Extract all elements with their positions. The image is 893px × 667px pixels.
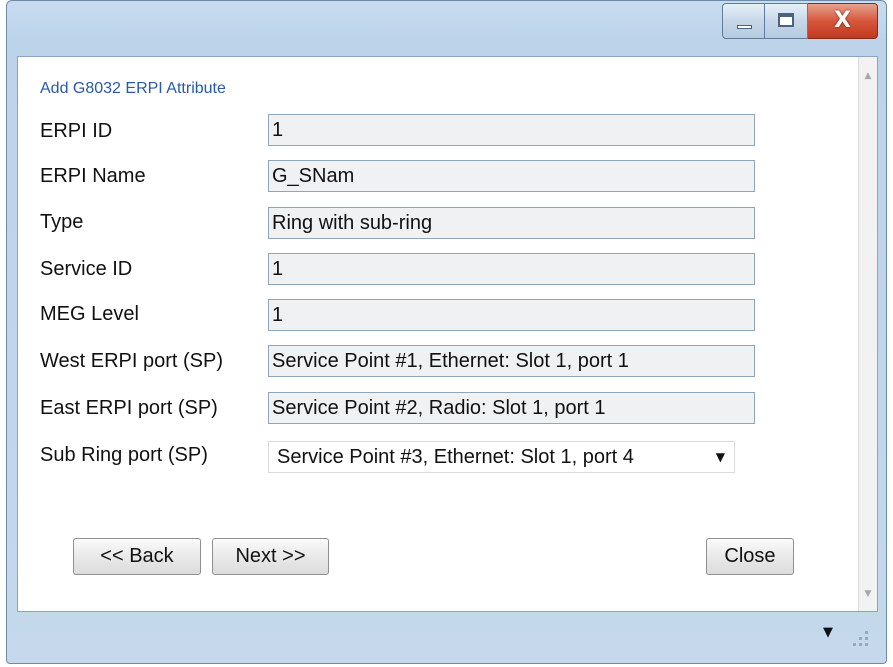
- vertical-scrollbar[interactable]: ▲ ▼: [858, 57, 877, 611]
- erpi-id-field[interactable]: 1: [268, 114, 755, 146]
- type-label: Type: [40, 211, 84, 233]
- meg-level-label: MEG Level: [40, 303, 139, 325]
- chevron-down-icon: ▼: [715, 450, 725, 464]
- chevron-down-icon[interactable]: ▼: [823, 625, 833, 640]
- maximize-button[interactable]: [765, 3, 808, 39]
- back-button[interactable]: << Back: [73, 538, 201, 575]
- minimize-icon: [737, 25, 752, 29]
- maximize-icon: [778, 13, 794, 27]
- close-button[interactable]: Close: [706, 538, 794, 575]
- chevron-down-icon[interactable]: ▼: [859, 589, 877, 599]
- chevron-up-icon[interactable]: ▲: [859, 71, 877, 81]
- next-button[interactable]: Next >>: [212, 538, 329, 575]
- status-bar: ▼: [17, 615, 878, 657]
- erpi-name-field[interactable]: G_SNam: [268, 160, 755, 192]
- east-erpi-port-label: East ERPI port (SP): [40, 397, 218, 419]
- service-id-label: Service ID: [40, 258, 133, 280]
- window-controls: X: [722, 3, 878, 41]
- service-id-field[interactable]: 1: [268, 253, 755, 285]
- east-erpi-port-field[interactable]: Service Point #2, Radio: Slot 1, port 1: [268, 392, 755, 424]
- close-icon: X: [834, 8, 851, 33]
- type-field[interactable]: Ring with sub-ring: [268, 207, 755, 239]
- dialog-content: Add G8032 ERPI Attribute ERPI ID 1 ERPI …: [17, 56, 878, 612]
- minimize-button[interactable]: [722, 3, 765, 39]
- close-window-button[interactable]: X: [808, 3, 878, 39]
- title-bar[interactable]: X: [7, 1, 886, 53]
- sub-ring-port-select[interactable]: Service Point #3, Ethernet: Slot 1, port…: [268, 441, 735, 473]
- west-erpi-port-label: West ERPI port (SP): [40, 350, 224, 372]
- sub-ring-port-label: Sub Ring port (SP): [40, 444, 208, 466]
- dialog-window: X Add G8032 ERPI Attribute ERPI ID 1 ERP…: [6, 0, 887, 664]
- sub-ring-port-value: Service Point #3, Ethernet: Slot 1, port…: [277, 446, 634, 468]
- resize-grip-icon[interactable]: [853, 631, 871, 649]
- west-erpi-port-field[interactable]: Service Point #1, Ethernet: Slot 1, port…: [268, 345, 755, 377]
- erpi-name-label: ERPI Name: [40, 165, 146, 187]
- meg-level-field[interactable]: 1: [268, 299, 755, 331]
- erpi-id-label: ERPI ID: [40, 120, 113, 142]
- form-title: Add G8032 ERPI Attribute: [40, 80, 226, 97]
